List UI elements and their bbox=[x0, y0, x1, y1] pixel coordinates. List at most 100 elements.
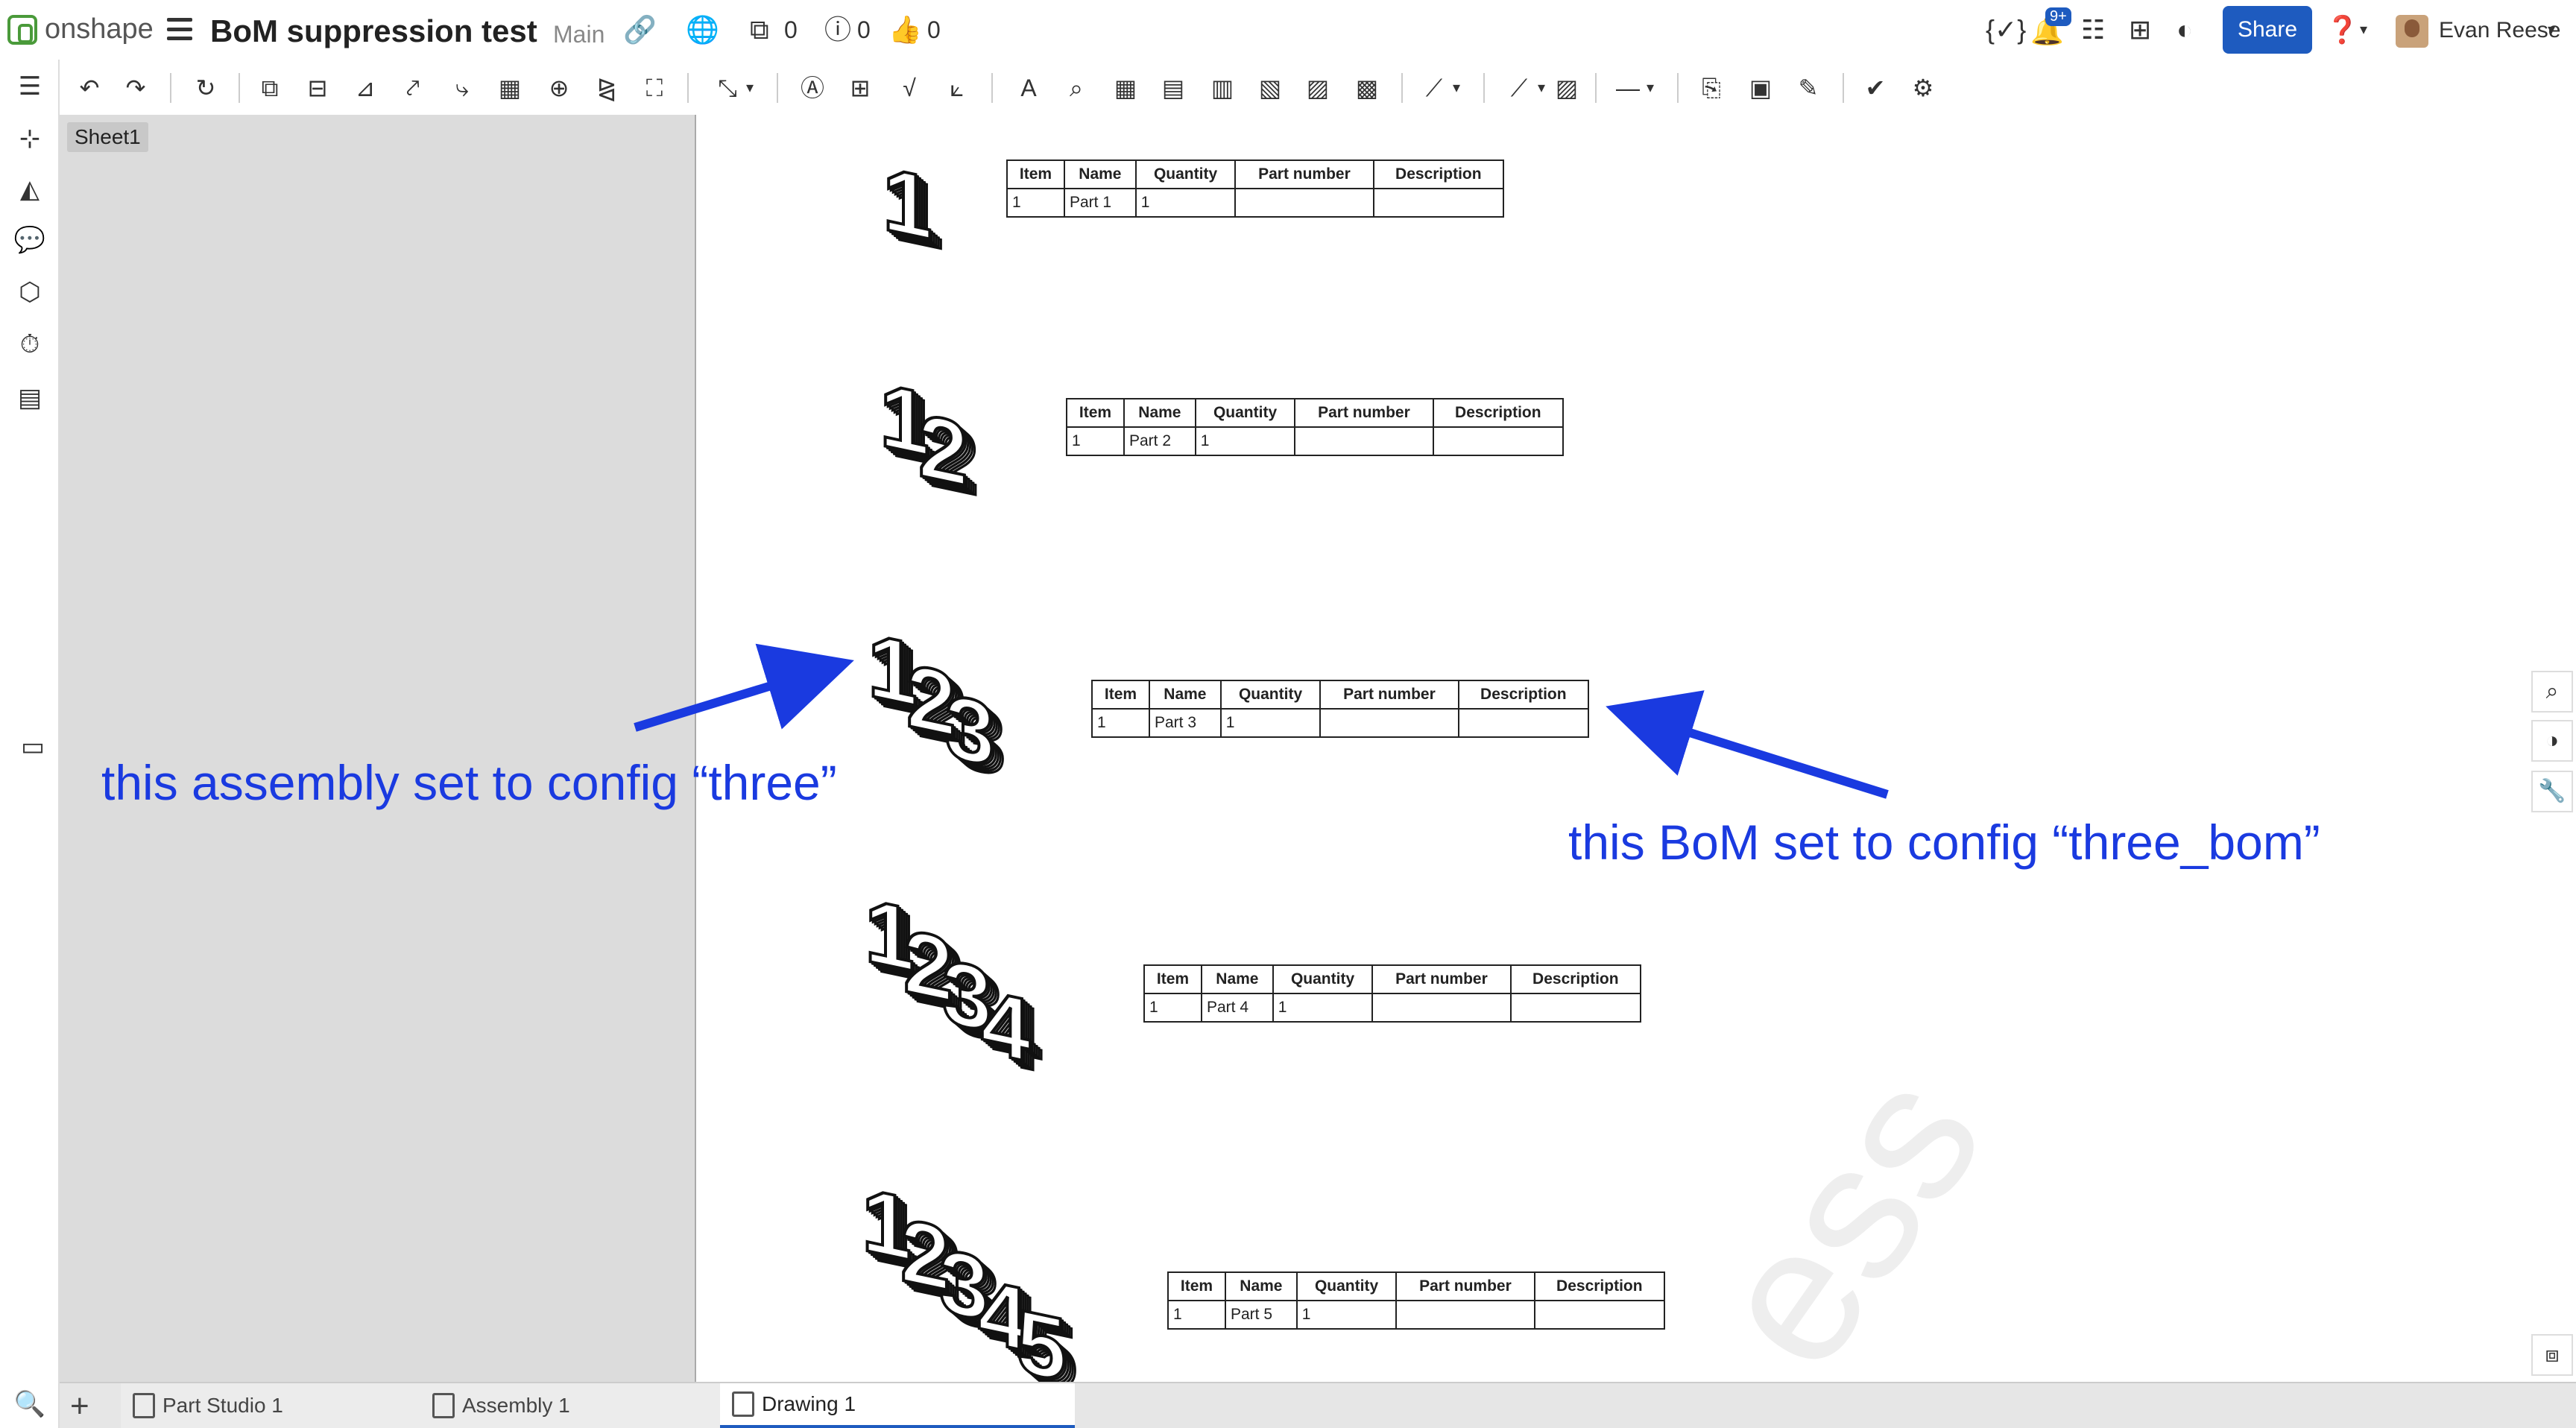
table-row[interactable]: 1 Part 3 1 bbox=[1091, 708, 1590, 738]
sheet-tab[interactable]: Sheet1 bbox=[67, 122, 148, 152]
section-view-icon[interactable]: ⊿ bbox=[350, 73, 380, 103]
drawing-view[interactable]: 111111 222222 bbox=[878, 362, 980, 516]
cl-chevron-down-icon[interactable]: ▾ bbox=[1449, 73, 1464, 103]
revision-table-icon[interactable]: ▧ bbox=[1255, 73, 1285, 103]
drawing-view[interactable]: 111111 222222 333333 444444 555555 bbox=[860, 1167, 1079, 1382]
line-chevron-down-icon[interactable]: ▾ bbox=[1534, 73, 1549, 103]
link-icon[interactable]: 🔗 bbox=[623, 15, 657, 45]
table-header-row: Item Name Quantity Part number Descripti… bbox=[1006, 159, 1505, 189]
table-header-row: Item Name Quantity Part number Descripti… bbox=[1143, 964, 1642, 994]
weld-icon[interactable]: ⟀ bbox=[942, 73, 972, 103]
search-tabs-icon[interactable]: 🔍 bbox=[13, 1388, 46, 1421]
table-row[interactable]: 1 Part 1 1 bbox=[1006, 188, 1505, 218]
variables-icon[interactable]: {✓} bbox=[1986, 15, 2026, 45]
document-title[interactable]: BoM suppression test bbox=[210, 13, 537, 49]
undo-icon[interactable]: ↶ bbox=[75, 73, 104, 103]
globe-icon[interactable]: 🌐 bbox=[686, 15, 719, 45]
col-quantity: Quantity bbox=[1194, 398, 1296, 428]
appearance-panel-icon[interactable]: ◑ bbox=[2531, 720, 2573, 762]
notifications-badge: 9+ bbox=[2045, 7, 2071, 26]
user-chevron-down-icon[interactable]: ▾ bbox=[2548, 15, 2555, 45]
toolbar-separator bbox=[1677, 73, 1679, 103]
panel-toggle-icon[interactable]: ▭ bbox=[16, 730, 49, 763]
bom-table[interactable]: Item Name Quantity Part number Descripti… bbox=[1006, 159, 1505, 218]
brush-icon[interactable]: ✎ bbox=[1793, 73, 1823, 103]
line-style-icon[interactable]: — bbox=[1613, 73, 1643, 103]
projected-view-icon[interactable]: ⊟ bbox=[303, 73, 332, 103]
app-store-icon[interactable]: ⊞ bbox=[2129, 15, 2151, 45]
drawing-view[interactable]: 111111 bbox=[881, 146, 944, 269]
bom-table[interactable]: Item Name Quantity Part number Descripti… bbox=[1066, 398, 1565, 456]
callout-icon[interactable]: ⌕ bbox=[1061, 73, 1091, 103]
help-chevron-down-icon[interactable]: ▾ bbox=[2360, 15, 2367, 45]
text-icon[interactable]: A bbox=[1014, 73, 1044, 103]
line-icon[interactable]: ⟋ bbox=[1504, 73, 1534, 103]
avatar[interactable] bbox=[2396, 15, 2428, 48]
refresh-icon[interactable]: ↻ bbox=[191, 73, 221, 103]
appearance-icon[interactable]: ◭ bbox=[13, 173, 46, 206]
bom-icon[interactable]: ▤ bbox=[13, 382, 46, 414]
bom-table[interactable]: Item Name Quantity Part number Descripti… bbox=[1143, 964, 1642, 1023]
check-icon[interactable]: ✔ bbox=[1860, 73, 1890, 103]
table-row[interactable]: 1 Part 5 1 bbox=[1167, 1300, 1666, 1330]
history-icon[interactable]: ⏱ bbox=[13, 328, 46, 361]
bom-table[interactable]: Item Name Quantity Part number Descripti… bbox=[1167, 1271, 1666, 1330]
insert-icon[interactable]: ⊹ bbox=[13, 122, 46, 155]
dim-chevron-down-icon[interactable]: ▾ bbox=[742, 73, 757, 103]
dxf-icon[interactable]: ⎘ bbox=[1696, 73, 1726, 103]
drawing-canvas[interactable]: ess 111111111111222222111111222222333333… bbox=[698, 115, 2576, 1382]
col-item: Item bbox=[1091, 680, 1150, 710]
tasks-icon[interactable]: ☷ bbox=[2081, 15, 2105, 45]
inspect-icon[interactable]: ⌕ bbox=[2531, 671, 2573, 713]
table-row[interactable]: 1 Part 2 1 bbox=[1066, 426, 1565, 456]
crop-icon[interactable]: ⛶ bbox=[640, 73, 669, 103]
surface-finish-icon[interactable]: √ bbox=[894, 73, 924, 103]
bom-table-icon[interactable]: ▤ bbox=[1158, 73, 1188, 103]
dimension-icon[interactable]: ⤡ bbox=[713, 73, 742, 103]
align-view-icon[interactable]: ⧎ bbox=[592, 73, 622, 103]
add-tab-icon[interactable]: + bbox=[70, 1388, 89, 1425]
like-icon[interactable]: 👍 bbox=[888, 15, 922, 45]
share-button[interactable]: Share bbox=[2223, 6, 2312, 54]
table-row[interactable]: 1 Part 4 1 bbox=[1143, 993, 1642, 1023]
view-cube-icon[interactable]: ⧈ bbox=[2531, 1334, 2573, 1376]
user-name[interactable]: Evan Reese bbox=[2439, 18, 2560, 43]
hole-table-icon[interactable]: ▥ bbox=[1208, 73, 1237, 103]
feature-list-icon[interactable]: ☰ bbox=[13, 70, 46, 103]
view-digit: 2 bbox=[918, 394, 968, 505]
comments-icon[interactable]: 💬 bbox=[13, 224, 46, 256]
learning-icon[interactable]: ◐ bbox=[2176, 15, 2193, 45]
cell-name: Part 1 bbox=[1063, 188, 1137, 218]
redo-icon[interactable]: ↷ bbox=[121, 73, 151, 103]
detail-view-icon[interactable]: ⤷ bbox=[447, 73, 477, 103]
bom-table[interactable]: Item Name Quantity Part number Descripti… bbox=[1091, 680, 1590, 738]
centerline-icon[interactable]: ⟋ bbox=[1419, 73, 1449, 103]
drawing-view[interactable]: 111111 222222 333333 bbox=[866, 613, 1007, 797]
insert-view-icon[interactable]: ⧉ bbox=[255, 73, 285, 103]
image-icon[interactable]: ▣ bbox=[1746, 73, 1775, 103]
datum-icon[interactable]: ⊞ bbox=[845, 73, 875, 103]
hatch-icon[interactable]: ▨ bbox=[1552, 73, 1582, 103]
settings-check-icon[interactable]: ⚙ bbox=[1908, 73, 1938, 103]
help-icon[interactable]: ❓ bbox=[2326, 15, 2359, 45]
note-icon[interactable]: Ⓐ bbox=[798, 73, 827, 103]
col-description: Description bbox=[1432, 398, 1565, 428]
toolbar-separator bbox=[687, 73, 689, 103]
aux-view-icon[interactable]: ⤤ bbox=[398, 73, 428, 103]
menu-icon[interactable] bbox=[167, 18, 192, 40]
parts-icon[interactable]: ⬡ bbox=[13, 276, 46, 309]
ls-chevron-down-icon[interactable]: ▾ bbox=[1643, 73, 1658, 103]
wrench-icon[interactable]: 🔧 bbox=[2531, 771, 2573, 812]
table-icon[interactable]: ▦ bbox=[1111, 73, 1140, 103]
tab-drawing[interactable]: Drawing 1 bbox=[720, 1383, 1075, 1428]
branch-label[interactable]: Main bbox=[553, 21, 604, 48]
weld-table-icon[interactable]: ▩ bbox=[1352, 73, 1382, 103]
crop-view-icon[interactable]: ⊕ bbox=[544, 73, 574, 103]
versions-icon[interactable]: ⧉ bbox=[750, 15, 769, 45]
break-view-icon[interactable]: ▦ bbox=[495, 73, 525, 103]
bend-table-icon[interactable]: ▨ bbox=[1303, 73, 1333, 103]
toolbar-separator bbox=[1483, 73, 1485, 103]
onshape-logo[interactable]: onshape bbox=[7, 13, 154, 45]
drawing-view[interactable]: 111111 222222 333333 444444 bbox=[863, 878, 1043, 1092]
info-icon[interactable]: ⓘ bbox=[824, 15, 851, 45]
